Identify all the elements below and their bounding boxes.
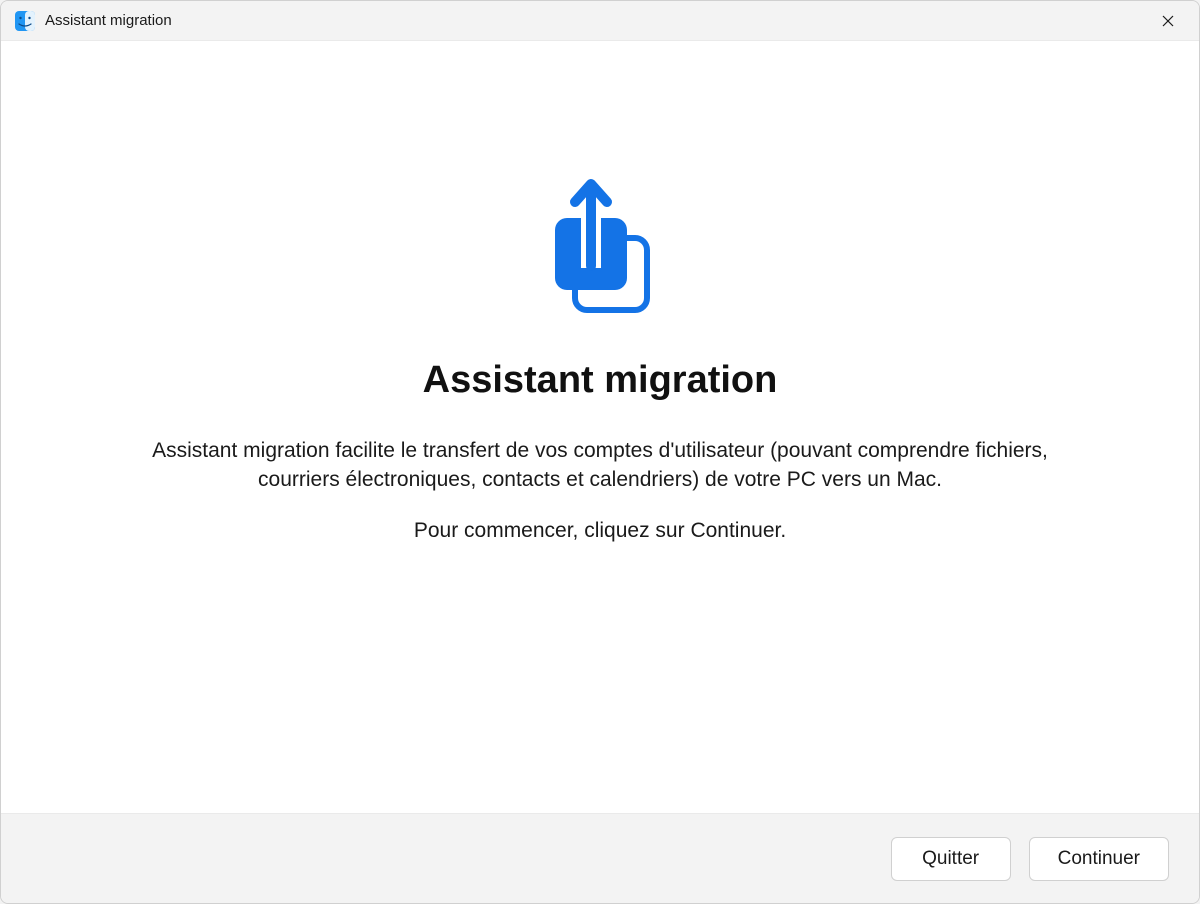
- content-area: Assistant migration Assistant migration …: [1, 41, 1199, 813]
- quit-button[interactable]: Quitter: [891, 837, 1011, 881]
- finder-face-icon: [15, 11, 35, 31]
- titlebar: Assistant migration: [1, 1, 1199, 41]
- continue-button[interactable]: Continuer: [1029, 837, 1169, 881]
- footer-bar: Quitter Continuer: [1, 813, 1199, 903]
- upload-migration-icon: [540, 171, 660, 331]
- close-button[interactable]: [1145, 1, 1191, 41]
- window-title: Assistant migration: [45, 12, 1145, 29]
- description-text: Assistant migration facilite le transfer…: [150, 436, 1050, 495]
- close-icon: [1162, 15, 1174, 27]
- migration-assistant-window: Assistant migration Assi: [0, 0, 1200, 904]
- page-heading: Assistant migration: [423, 359, 778, 402]
- instruction-text: Pour commencer, cliquez sur Continuer.: [414, 519, 786, 543]
